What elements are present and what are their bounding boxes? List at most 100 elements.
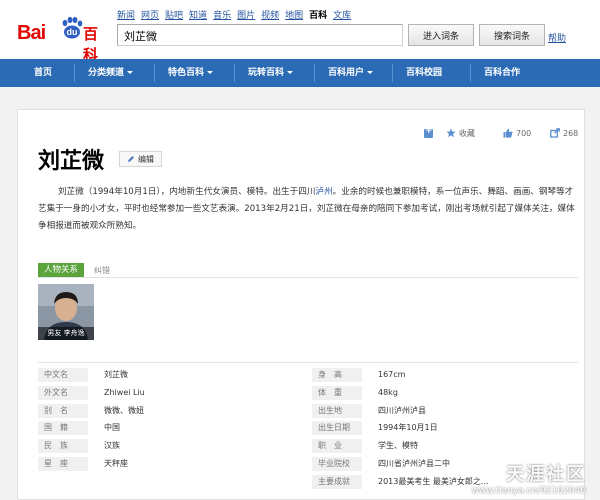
edit-button[interactable]: 编辑 — [119, 151, 162, 167]
topnav-item-video[interactable]: 视频 — [261, 8, 279, 21]
info-row: 出生日期 1994年10月1日 — [312, 421, 582, 435]
topnav-item-map[interactable]: 地图 — [285, 8, 303, 21]
info-value: 刘芷微 — [104, 370, 128, 379]
luzhou-link[interactable]: 泸州 — [315, 187, 332, 197]
nav-item-label: 分类频道 — [88, 68, 125, 78]
nav-divider — [154, 64, 155, 82]
chevron-down-icon — [367, 71, 374, 74]
entry-summary: 刘芷微（1994年10月1日），内地新生代女演员、模特。出生于四川泸州。业余的时… — [38, 184, 578, 235]
topnav-item-zhidao[interactable]: 知道 — [189, 8, 207, 21]
topnav-item-baike[interactable]: 百科 — [309, 8, 327, 21]
info-value: Zhiwei Liu — [104, 388, 145, 397]
nav-item-label: 玩转百科 — [248, 68, 285, 78]
photo-caption: 男友 李舟逸 — [38, 327, 94, 340]
nav-item-home[interactable]: 首页 — [34, 59, 52, 87]
share-action[interactable]: 268 — [550, 126, 578, 140]
top-bar: Bai du 百科 新闻 网页 贴吧 知道 音乐 图片 视频 地图 百科 文库 … — [0, 0, 600, 64]
main-nav: 首页 分类频道 特色百科 玩转百科 百科用户 百科校园 百科合作 — [0, 59, 600, 87]
info-row: 民 族 汉族 — [38, 439, 298, 453]
topnav-item-music[interactable]: 音乐 — [213, 8, 231, 21]
info-label: 外文名 — [38, 386, 88, 400]
like-action[interactable]: 700 — [503, 126, 531, 140]
watermark: 天涯社区 www.tianya.cn/92162040 — [471, 460, 586, 496]
share-count: 268 — [563, 128, 579, 138]
top-product-nav: 新闻 网页 贴吧 知道 音乐 图片 视频 地图 百科 文库 — [117, 8, 351, 21]
enter-entry-button[interactable]: 进入词条 — [408, 24, 474, 46]
logo-du-text: du — [66, 27, 78, 37]
edit-button-label: 编辑 — [138, 154, 154, 164]
nav-divider — [314, 64, 315, 82]
info-label: 中文名 — [38, 368, 88, 382]
nav-divider — [74, 64, 75, 82]
add-icon — [424, 126, 433, 138]
summary-text: 刘芷微（1994年10月1日），内地新生代女演员、模特。出生于四川 — [58, 187, 316, 197]
info-label: 毕业院校 — [312, 457, 362, 471]
nav-divider — [470, 64, 471, 82]
watermark-site: 天涯社区 — [506, 464, 586, 485]
info-label: 身 高 — [312, 368, 362, 382]
nav-item-label: 特色百科 — [168, 68, 205, 78]
nav-item-users[interactable]: 百科用户 — [328, 59, 374, 87]
thumbs-up-icon — [503, 128, 513, 138]
nav-item-cooperation[interactable]: 百科合作 — [484, 59, 520, 87]
nav-item-campus[interactable]: 百科校园 — [406, 59, 442, 87]
info-value: 天秤座 — [104, 459, 128, 468]
info-value: 中国 — [104, 423, 120, 432]
help-link[interactable]: 帮助 — [548, 31, 566, 44]
info-row: 身 高 167cm — [312, 368, 582, 382]
info-value: 四川省泸州泸县二中 — [378, 459, 450, 468]
info-row: 外文名 Zhiwei Liu — [38, 386, 298, 400]
info-label: 国 籍 — [38, 421, 88, 435]
info-row: 中文名 刘芷微 — [38, 368, 298, 382]
info-row: 职 业 学生、模特 — [312, 439, 582, 453]
info-label: 主要成就 — [312, 475, 362, 489]
topnav-item-news[interactable]: 新闻 — [117, 8, 135, 21]
topnav-item-tieba[interactable]: 贴吧 — [165, 8, 183, 21]
info-label: 民 族 — [38, 439, 88, 453]
relation-photo[interactable]: 男友 李舟逸 — [38, 284, 94, 340]
relations-tabs: 人物关系 纠错 — [38, 263, 110, 277]
divider — [38, 277, 578, 278]
favorite-action[interactable]: 收藏 — [446, 126, 475, 140]
divider — [38, 362, 578, 363]
search-entry-button[interactable]: 搜索词条 — [479, 24, 545, 46]
watermark-url: www.tianya.cn/92162040 — [471, 486, 586, 496]
like-count: 700 — [516, 128, 532, 138]
topnav-item-web[interactable]: 网页 — [141, 8, 159, 21]
info-row: 体 重 48kg — [312, 386, 582, 400]
info-label: 职 业 — [312, 439, 362, 453]
info-value: 48kg — [378, 388, 398, 397]
info-label: 别 名 — [38, 404, 88, 418]
topnav-item-images[interactable]: 图片 — [237, 8, 255, 21]
info-value: 汉族 — [104, 441, 120, 450]
pencil-icon — [128, 156, 134, 162]
chevron-down-icon — [127, 71, 134, 74]
nav-divider — [392, 64, 393, 82]
info-value: 1994年10月1日 — [378, 423, 438, 432]
add-action[interactable] — [424, 126, 433, 140]
tab-correction[interactable]: 纠错 — [94, 265, 110, 276]
nav-item-label: 百科用户 — [328, 68, 365, 78]
search-input[interactable]: 刘芷微 — [117, 24, 403, 46]
info-row: 国 籍 中国 — [38, 421, 298, 435]
star-icon — [446, 128, 456, 138]
favorite-label: 收藏 — [459, 128, 475, 138]
info-label: 星 座 — [38, 457, 88, 471]
info-row: 星 座 天秤座 — [38, 457, 298, 471]
info-row: 出生地 四川泸州泸县 — [312, 404, 582, 418]
page-title: 刘芷微 — [38, 149, 105, 174]
nav-item-label: 百科合作 — [484, 68, 521, 78]
info-label: 出生日期 — [312, 421, 362, 435]
nav-item-play[interactable]: 玩转百科 — [248, 59, 294, 87]
info-value: 四川泸州泸县 — [378, 406, 426, 415]
topnav-item-wenku[interactable]: 文库 — [333, 8, 351, 21]
tab-relations[interactable]: 人物关系 — [38, 263, 85, 277]
baidu-baike-logo[interactable]: Bai du 百科 — [17, 14, 109, 64]
nav-item-category[interactable]: 分类频道 — [88, 59, 134, 87]
info-row: 别 名 微微、微妞 — [38, 404, 298, 418]
nav-divider — [234, 64, 235, 82]
share-icon — [550, 128, 560, 138]
chevron-down-icon — [287, 71, 294, 74]
nav-item-featured[interactable]: 特色百科 — [168, 59, 214, 87]
info-value: 微微、微妞 — [104, 406, 144, 415]
